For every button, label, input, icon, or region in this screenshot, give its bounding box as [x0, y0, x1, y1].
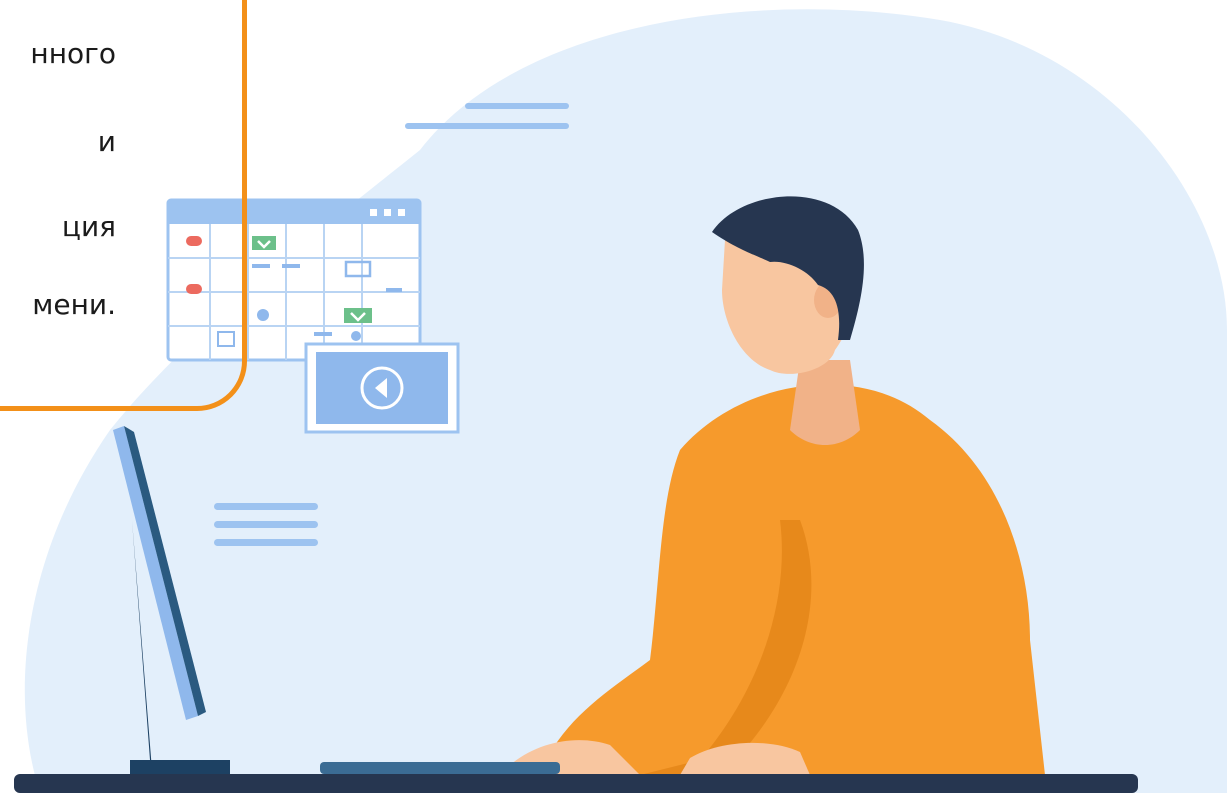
illustration-stage: нного и ция мени.	[0, 0, 1227, 793]
decor-lines-middle	[214, 503, 318, 546]
callout-line: ция	[61, 210, 116, 243]
desk	[14, 774, 1138, 793]
callout-line: мени.	[32, 288, 116, 321]
video-play-icon	[304, 342, 460, 434]
callout-line: нного	[30, 37, 116, 70]
callout-box: нного и ция мени.	[0, 0, 247, 411]
callout-line: и	[97, 125, 116, 158]
keyboard	[320, 762, 560, 774]
